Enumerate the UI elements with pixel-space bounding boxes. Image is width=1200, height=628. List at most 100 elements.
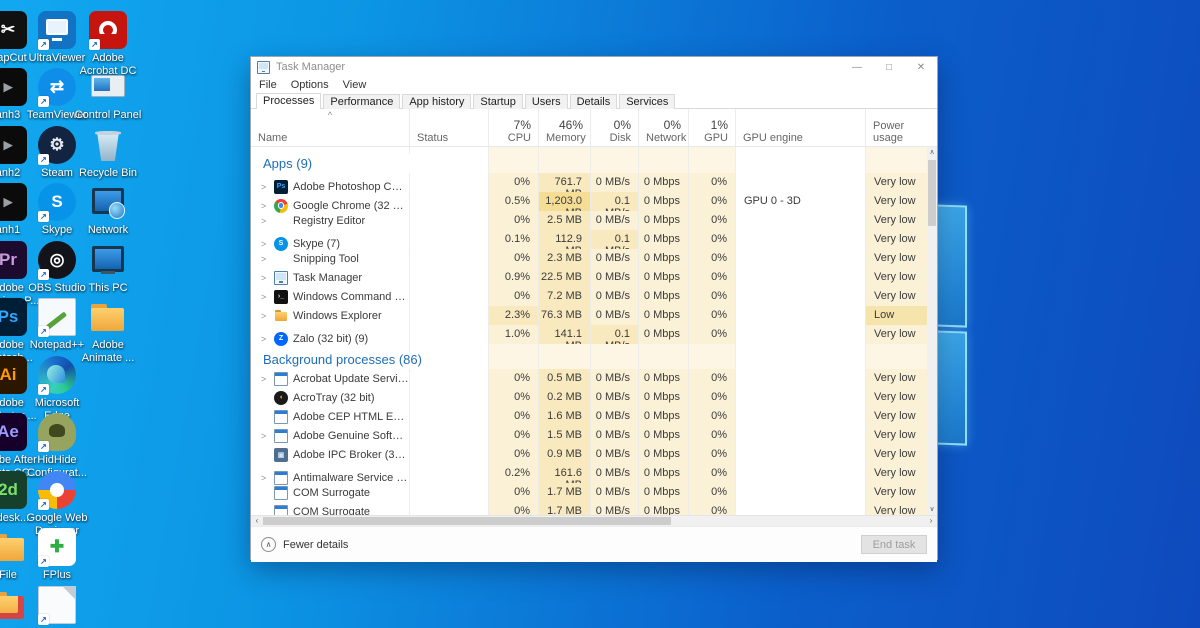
expand-chevron-icon[interactable]: > [261,201,274,211]
cell-disk: 0 MB/s [590,249,638,268]
column-header-gpu[interactable]: 1%GPU [688,109,735,146]
horizontal-scrollbar[interactable]: ‹ › [251,515,937,526]
expand-chevron-icon[interactable]: > [261,239,274,249]
title-bar[interactable]: Task Manager — □ ✕ [251,57,937,77]
group-header-background[interactable]: Background processes (86) [251,350,929,369]
horizontal-scroll-thumb[interactable] [263,517,671,525]
column-header-power-usage[interactable]: Power usage [865,109,929,146]
cell-gpu: 0% [688,369,735,388]
expand-chevron-icon[interactable]: > [261,473,274,483]
desktop-icon-fplus[interactable]: ✚↗FPlus [23,527,91,582]
expand-chevron-icon[interactable]: > [261,273,274,283]
scroll-left-icon[interactable]: ‹ [251,516,263,526]
ipc-glyph: ▣ [278,451,285,459]
cell-status [409,287,488,306]
process-row[interactable]: >Antimalware Service Executable0.2%161.6… [251,464,929,483]
fewer-details-label: Fewer details [283,539,348,551]
end-task-button[interactable]: End task [861,535,927,554]
process-row[interactable]: >Google Chrome (32 bit) (18)0.5%1,203.0 … [251,192,929,211]
process-row[interactable]: >Adobe Genuine Software Servic...0%1.5 M… [251,426,929,445]
desktop-icon-label: FPlus [23,569,91,582]
cmd-icon: ›_ [274,290,288,304]
cell-gpu-engine [735,388,865,407]
column-header-name[interactable]: Name^ [251,109,409,146]
cell-gpu: 0% [688,287,735,306]
cell-status [409,502,488,515]
maximize-icon[interactable]: □ [873,57,905,77]
menu-item-file[interactable]: File [259,79,277,91]
cell-gpu: 0% [688,502,735,515]
group-header-apps[interactable]: Apps (9) [251,154,929,173]
process-row[interactable]: Adobe CEP HTML Engine0%1.6 MB0 MB/s0 Mbp… [251,407,929,426]
desktop-icon-controlpanel[interactable]: Control Panel [74,67,142,122]
cell-gpu: 0% [688,388,735,407]
shortcut-arrow-icon: ↗ [38,154,49,165]
expand-chevron-icon[interactable]: > [261,374,274,384]
process-row[interactable]: >Windows Explorer2.3%76.3 MB0 MB/s0 Mbps… [251,306,929,325]
twodesk-glyph: 2d [0,480,18,500]
close-icon[interactable]: ✕ [905,57,937,77]
expand-chevron-icon[interactable]: > [261,216,274,226]
expand-chevron-icon[interactable]: > [261,182,274,192]
scroll-up-icon[interactable]: ∧ [927,147,937,158]
vertical-scrollbar[interactable]: ∧ ∨ [927,147,937,515]
process-row[interactable]: >PsAdobe Photoshop CC 2018 (12)0%761.7 M… [251,173,929,192]
expand-chevron-icon[interactable]: > [261,254,274,264]
tab-startup[interactable]: Startup [473,94,522,109]
desktop-icon-folder[interactable]: Adobe Animate ... [74,297,142,364]
tab-performance[interactable]: Performance [323,94,400,109]
vertical-scroll-thumb[interactable] [928,160,936,226]
wallpaper-windows-logo-pane-bottom [933,330,967,445]
cell-disk: 0 MB/s [590,287,638,306]
process-row[interactable]: COM Surrogate0%1.7 MB0 MB/s0 Mbps0%Very … [251,483,929,502]
cell-mem: 1.7 MB [538,483,590,502]
tab-services[interactable]: Services [619,94,675,109]
desktop-icon-clientriot[interactable]: ↗Client Riot [23,585,91,628]
tab-app-history[interactable]: App history [402,94,471,109]
column-header-status[interactable]: Status [409,109,488,146]
minimize-icon[interactable]: — [841,57,873,77]
cell-gpu: 0% [688,211,735,230]
process-name: Windows Explorer [293,310,382,322]
process-row[interactable]: >ZZalo (32 bit) (9)1.0%141.1 MB0.1 MB/s0… [251,325,929,344]
chrome-icon [274,199,288,213]
tab-processes[interactable]: Processes [256,93,321,109]
process-row[interactable]: >Task Manager0.9%22.5 MB0 MB/s0 Mbps0%Ve… [251,268,929,287]
process-row[interactable]: >SSkype (7)0.1%112.9 MB0.1 MB/s0 Mbps0%V… [251,230,929,249]
menu-item-options[interactable]: Options [291,79,329,91]
process-row[interactable]: >Registry Editor0%2.5 MB0 MB/s0 Mbps0%Ve… [251,211,929,230]
expand-chevron-icon[interactable]: > [261,311,274,321]
cell-gpu: 0% [688,426,735,445]
cell-gpu [688,147,735,154]
column-header-cpu[interactable]: 7%CPU [488,109,538,146]
chevron-up-circle-icon: ∧ [261,537,276,552]
process-row[interactable]: >Snipping Tool0%2.3 MB0 MB/s0 Mbps0%Very… [251,249,929,268]
cell-power-usage [865,350,929,369]
menu-item-view[interactable]: View [343,79,367,91]
process-name: Adobe CEP HTML Engine [293,411,409,423]
process-row[interactable]: >›_Windows Command Processor ...0%7.2 MB… [251,287,929,306]
scroll-right-icon[interactable]: › [925,516,937,526]
desktop-icon-recyclebin[interactable]: Recycle Bin [74,125,142,180]
expand-chevron-icon[interactable]: > [261,334,274,344]
tab-details[interactable]: Details [570,94,618,109]
process-row[interactable]: COM Surrogate0%1.7 MB0 MB/s0 Mbps0%Very … [251,502,929,515]
column-header-gpu-engine[interactable]: GPU engine [735,109,865,146]
scroll-down-icon[interactable]: ∨ [927,504,937,515]
process-row[interactable]: >Acrobat Update Service (32 bit)0%0.5 MB… [251,369,929,388]
desktop-icon-thispc[interactable]: This PC [74,240,142,295]
cell-net [638,154,688,173]
fewer-details-toggle[interactable]: ∧ Fewer details [261,537,348,552]
tab-users[interactable]: Users [525,94,568,109]
column-header-network[interactable]: 0%Network [638,109,688,146]
column-header-disk[interactable]: 0%Disk [590,109,638,146]
expand-chevron-icon[interactable]: > [261,431,274,441]
expand-chevron-icon[interactable]: > [261,292,274,302]
desktop-icon-network[interactable]: Network [74,182,142,237]
cell-gpu-engine [735,445,865,464]
column-header-memory[interactable]: 46%Memory [538,109,590,146]
process-row[interactable]: ▣Adobe IPC Broker (32 bit)0%0.9 MB0 MB/s… [251,445,929,464]
cell-disk: 0 MB/s [590,483,638,502]
cell-net: 0 Mbps [638,426,688,445]
process-row[interactable]: ◖AcroTray (32 bit)0%0.2 MB0 MB/s0 Mbps0%… [251,388,929,407]
